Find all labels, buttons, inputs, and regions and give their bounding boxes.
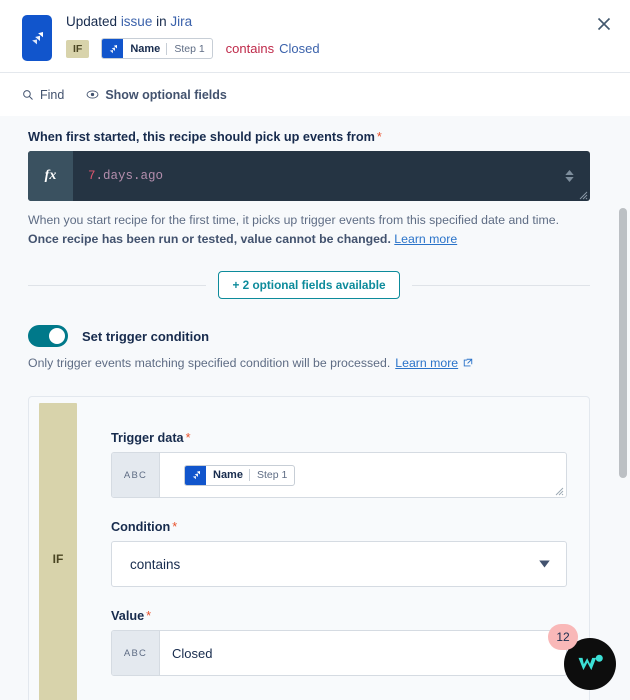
value-text[interactable]: Closed: [160, 631, 566, 675]
find-label: Find: [40, 87, 65, 102]
eye-icon: [86, 90, 99, 99]
trigger-data-block: Trigger data * ABC Name Step 1: [111, 431, 567, 498]
toggle-knob: [49, 328, 65, 344]
datapill-step: Step 1: [256, 469, 288, 481]
pickup-help-text: When you start recipe for the first time…: [28, 211, 573, 249]
header-condition-operator: contains: [225, 41, 275, 56]
condition-fields: Trigger data * ABC Name Step 1 Condition…: [77, 397, 589, 700]
show-optional-fields-label: Show optional fields: [105, 87, 227, 102]
required-asterisk: *: [185, 431, 191, 445]
pickup-events-text: When first started, this recipe should p…: [28, 130, 375, 144]
divider-left: [28, 284, 207, 286]
value-label: Value *: [111, 609, 567, 623]
help-part1: When you start recipe for the first time…: [28, 213, 560, 227]
scrollbar-thumb[interactable]: [619, 208, 627, 478]
trigger-data-label: Trigger data *: [111, 431, 567, 445]
header-condition-value: Closed: [279, 41, 320, 56]
abc-type-tag: ABC: [112, 631, 160, 675]
external-link-icon[interactable]: [463, 358, 473, 368]
formula-number: 7: [88, 169, 96, 183]
title-mid: in: [156, 14, 167, 29]
chevron-down-icon: [539, 560, 550, 568]
fx-icon: fx: [28, 151, 73, 201]
header-texts: Updated issue in Jira IF Name Step 1 con…: [66, 10, 320, 59]
abc-type-tag: ABC: [112, 453, 160, 497]
find-button[interactable]: Find: [22, 88, 64, 102]
chevron-up-icon: [565, 170, 574, 175]
formula-input[interactable]: fx 7 .days.ago: [28, 151, 590, 201]
trigger-data-input[interactable]: ABC Name Step 1: [111, 452, 567, 498]
set-trigger-condition-toggle[interactable]: [28, 325, 68, 347]
panel-toolbar: Find Show optional fields: [0, 72, 630, 116]
if-chip: IF: [66, 39, 90, 58]
if-strip-label: IF: [52, 552, 64, 566]
panel-header: Updated issue in Jira IF Name Step 1 con…: [0, 0, 630, 72]
formula-code[interactable]: 7 .days.ago: [73, 151, 590, 201]
search-icon: [23, 89, 33, 100]
close-icon: [597, 17, 611, 31]
datapill-label: Name: [130, 42, 161, 55]
jira-icon: [22, 15, 52, 61]
trigger-data-label-text: Trigger data: [111, 431, 184, 445]
header-condition-summary: IF Name Step 1 contains Closed: [66, 38, 320, 59]
trigger-condition-help: Only trigger events matching specified c…: [28, 356, 590, 370]
abc-label: ABC: [123, 469, 148, 481]
condition-selected-value: contains: [130, 556, 181, 572]
recipe-trigger-panel: Updated issue in Jira IF Name Step 1 con…: [0, 0, 630, 700]
set-trigger-condition-label: Set trigger condition: [82, 328, 210, 344]
divider-right: [411, 284, 590, 286]
panel-body-inner: When first started, this recipe should p…: [0, 116, 616, 700]
required-asterisk: *: [376, 130, 382, 144]
trigger-condition-help-text: Only trigger events matching specified c…: [28, 356, 391, 370]
title-prefix: Updated: [66, 14, 118, 29]
datapill-name-step1[interactable]: Name Step 1: [184, 464, 296, 486]
pickup-events-label: When first started, this recipe should p…: [28, 130, 590, 144]
formula-stepper[interactable]: [565, 170, 574, 182]
datapill-label: Name: [213, 469, 243, 481]
value-input[interactable]: ABC Closed: [111, 630, 567, 676]
title-object[interactable]: issue: [121, 14, 153, 29]
show-optional-fields-button[interactable]: Show optional fields: [86, 88, 227, 102]
abc-label: ABC: [123, 647, 148, 659]
jira-pill-icon: [185, 465, 206, 485]
fx-label: fx: [44, 168, 57, 183]
value-block: Value * ABC Closed: [111, 609, 567, 676]
required-asterisk: *: [146, 609, 152, 623]
condition-select[interactable]: contains: [111, 541, 567, 587]
value-label-text: Value: [111, 609, 145, 623]
resize-handle-icon[interactable]: [554, 486, 564, 496]
chat-logo-icon: [578, 654, 603, 671]
help-bold: Once recipe has been run or tested, valu…: [28, 232, 391, 246]
condition-block: Condition * contains: [111, 520, 567, 587]
jira-pill-icon: [102, 39, 124, 58]
title-app[interactable]: Jira: [170, 14, 192, 29]
optional-fields-button[interactable]: + 2 optional fields available: [218, 271, 400, 299]
chat-unread-badge[interactable]: 12: [548, 624, 578, 650]
required-asterisk: *: [172, 520, 178, 534]
set-trigger-condition-row: Set trigger condition: [28, 325, 590, 347]
panel-body: When first started, this recipe should p…: [0, 116, 630, 700]
if-strip: IF: [39, 403, 77, 700]
scrollbar-track[interactable]: [616, 116, 630, 700]
condition-card: IF Trigger data * ABC Name Step 1 Condit…: [28, 396, 590, 700]
condition-label: Condition *: [111, 520, 567, 534]
resize-handle-icon[interactable]: [578, 190, 588, 200]
optional-fields-row: + 2 optional fields available: [28, 271, 590, 299]
learn-more-link-1[interactable]: Learn more: [394, 232, 457, 246]
datapill-name-step1[interactable]: Name Step 1: [101, 38, 213, 59]
chevron-down-icon: [565, 177, 574, 182]
datapill-step: Step 1: [174, 42, 205, 55]
page-title: Updated issue in Jira: [66, 13, 320, 31]
trigger-data-value[interactable]: Name Step 1: [160, 453, 566, 497]
condition-label-text: Condition: [111, 520, 171, 534]
close-button[interactable]: [592, 12, 616, 36]
formula-rest: .days.ago: [95, 169, 164, 183]
learn-more-link-2[interactable]: Learn more: [395, 356, 458, 370]
